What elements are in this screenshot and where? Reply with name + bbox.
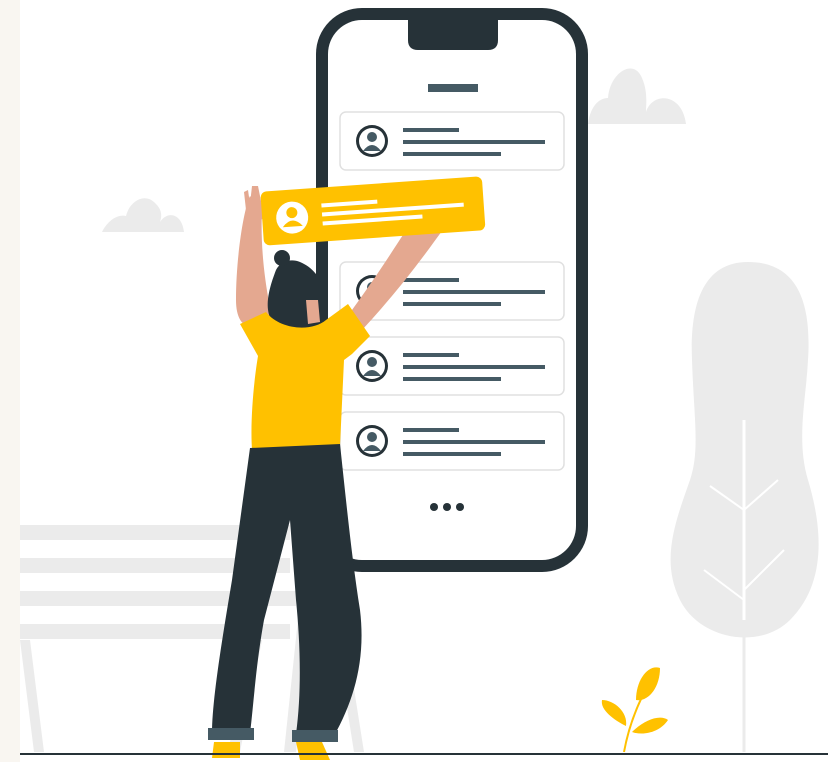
phone-title-bar [428,84,478,92]
cloud-right [588,68,686,124]
phone-list-item[interactable] [339,336,565,396]
left-shoe [212,742,240,758]
illustration [0,0,828,762]
text-line [403,290,545,294]
more-dots-icon [430,503,464,511]
text-line [403,152,501,156]
text-line [403,140,545,144]
text-line [403,452,501,456]
text-line [403,278,459,282]
phone-list-item[interactable] [339,111,565,171]
text-line [403,440,545,444]
cloud-left [102,198,184,232]
text-line [403,353,459,357]
left-strip [0,0,20,762]
right-shoe [296,742,330,760]
user-avatar-icon [356,125,388,157]
user-avatar-icon [356,350,388,382]
phone-list-item[interactable] [339,411,565,471]
text-line [403,365,545,369]
text-line [403,428,459,432]
text-line [403,302,501,306]
scene-svg [0,0,828,762]
text-line [403,377,501,381]
pants [212,444,362,736]
text-line [403,128,459,132]
plant [601,667,668,753]
user-avatar-icon [356,425,388,457]
